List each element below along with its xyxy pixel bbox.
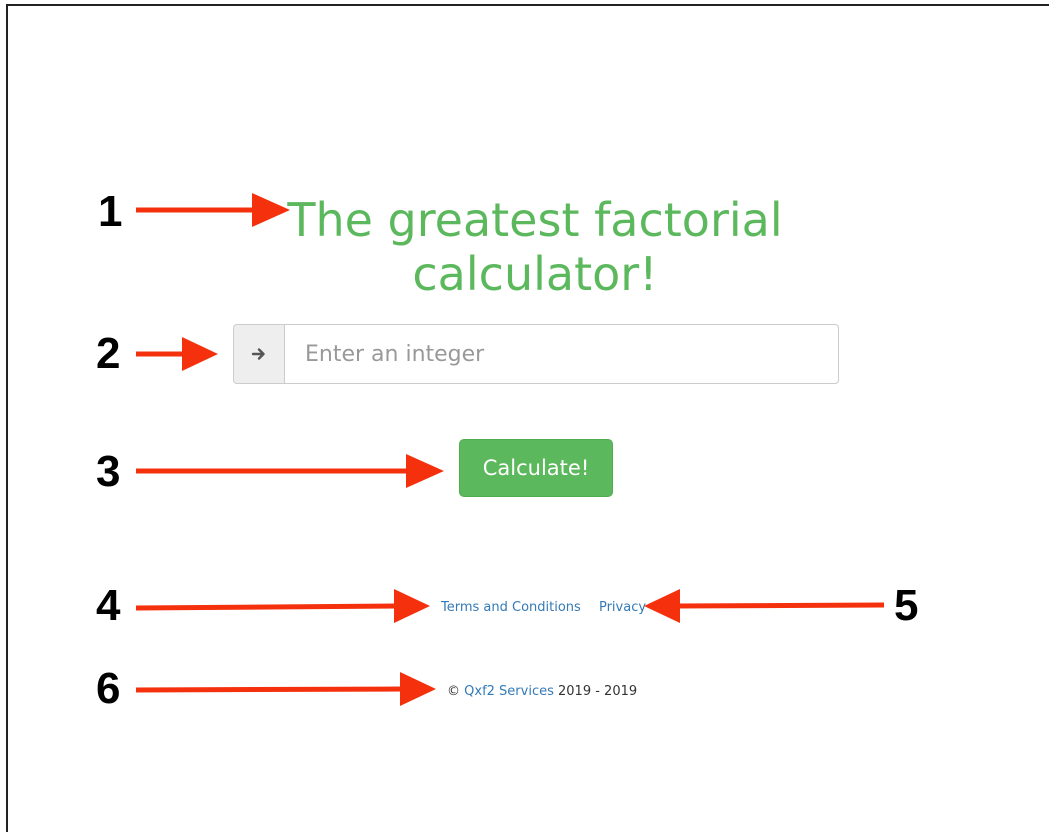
privacy-link[interactable]: Privacy: [599, 600, 646, 615]
annotation-number-4: 4: [96, 581, 121, 630]
calculate-button[interactable]: Calculate!: [459, 439, 613, 497]
integer-input-group: [233, 324, 839, 384]
input-addon: [233, 324, 284, 384]
terms-and-conditions-link[interactable]: Terms and Conditions: [441, 600, 581, 615]
arrow-right-icon: [251, 348, 265, 360]
annotation-number-5: 5: [894, 581, 919, 630]
page-title: The greatest factorial calculator!: [287, 192, 783, 301]
copyright-years: 2019 - 2019: [558, 684, 638, 699]
copyright-line: © Qxf2 Services 2019 - 2019: [447, 684, 637, 699]
company-link[interactable]: Qxf2 Services: [464, 684, 554, 699]
screenshot-frame: [6, 4, 1049, 832]
annotation-number-1: 1: [98, 187, 123, 236]
annotation-number-3: 3: [96, 447, 121, 496]
annotation-number-2: 2: [96, 329, 121, 378]
copyright-symbol: ©: [447, 684, 460, 699]
integer-input[interactable]: [284, 324, 839, 384]
footer-links: Terms and Conditions Privacy: [441, 600, 646, 615]
annotation-number-6: 6: [96, 664, 121, 713]
